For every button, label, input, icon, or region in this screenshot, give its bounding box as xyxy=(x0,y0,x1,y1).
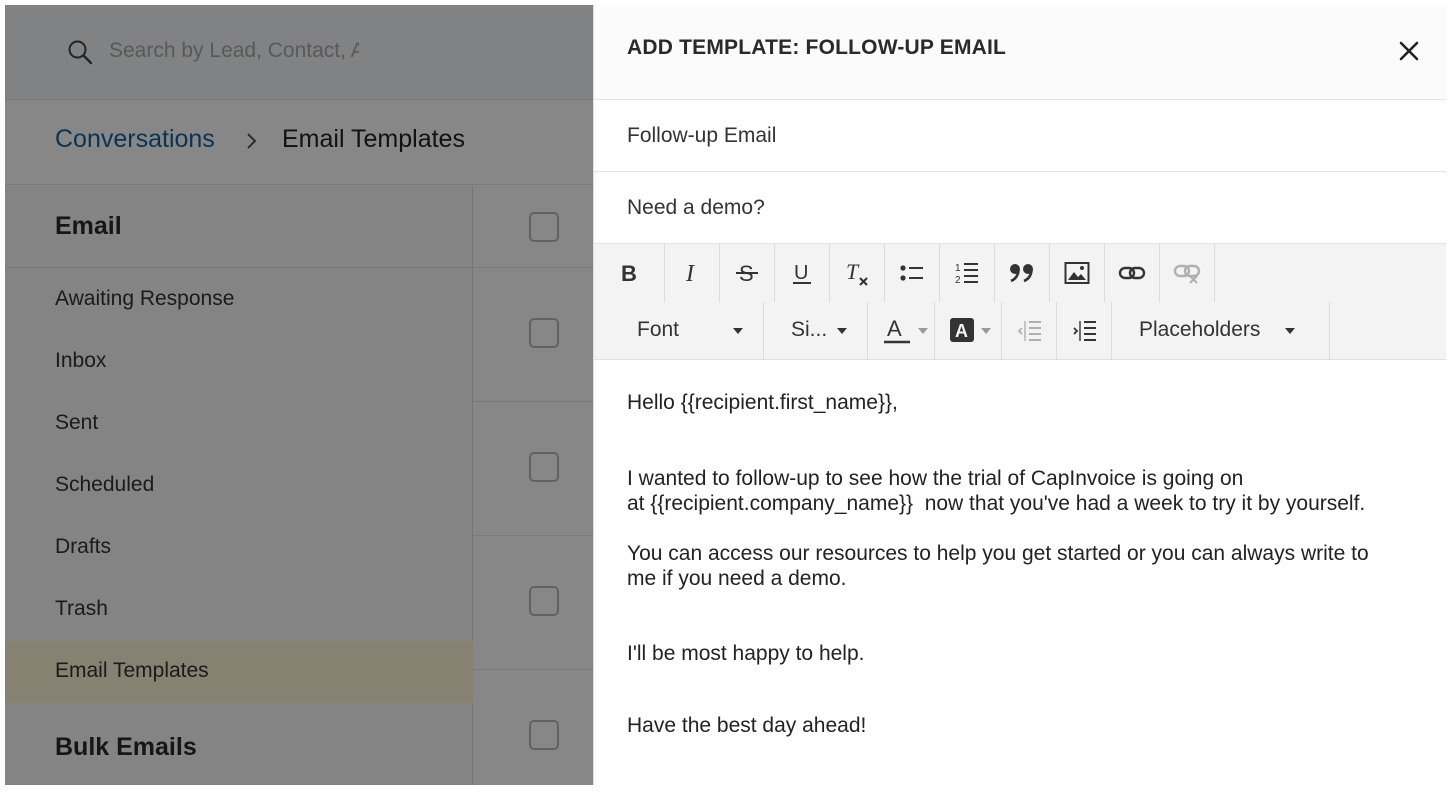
chevron-down-icon xyxy=(733,328,743,334)
close-icon[interactable] xyxy=(1394,36,1424,66)
link-icon xyxy=(1118,266,1146,280)
toolbar-row-styles: Font Si... A A Placeholders xyxy=(594,302,1330,360)
numbered-list-icon: 1 2 xyxy=(955,263,978,286)
indent-icon xyxy=(1073,321,1096,341)
body-closing: Have the best day ahead! xyxy=(627,714,867,737)
image-icon xyxy=(1064,262,1090,284)
bullet-list-button[interactable] xyxy=(885,244,940,302)
size-dropdown[interactable]: Si... xyxy=(764,302,868,360)
editor-toolbar: B I S U T 1 2 Font Si... A A Placeholder… xyxy=(594,244,1446,360)
svg-text:T: T xyxy=(846,259,860,284)
template-name-field xyxy=(594,100,1446,172)
chevron-down-icon xyxy=(918,328,928,334)
outdent-icon xyxy=(1017,321,1041,341)
body-line: I'll be most happy to help. xyxy=(627,642,865,665)
italic-button[interactable]: I xyxy=(665,244,720,302)
chevron-down-icon xyxy=(1285,328,1295,334)
body-line: I wanted to follow-up to see how the tri… xyxy=(627,467,1244,490)
bold-button[interactable]: B xyxy=(594,244,665,302)
underline-button[interactable]: U xyxy=(775,244,830,302)
chevron-down-icon xyxy=(981,328,991,334)
font-dropdown-label: Font xyxy=(637,318,680,341)
blockquote-button[interactable] xyxy=(995,244,1050,302)
background-app: Conversations Email Templates Email Awai… xyxy=(5,5,593,785)
svg-text:2: 2 xyxy=(955,275,961,286)
size-dropdown-label: Si... xyxy=(791,318,828,341)
add-template-panel: ADD TEMPLATE: FOLLOW-UP EMAIL B xyxy=(593,5,1446,785)
body-greeting: Hello {{recipient.first_name}}, xyxy=(627,391,898,414)
clear-format-icon: T xyxy=(846,259,868,286)
subject-field xyxy=(594,172,1446,244)
text-color-button[interactable]: A xyxy=(868,302,935,360)
clear-format-button[interactable]: T xyxy=(830,244,885,302)
svg-text:A: A xyxy=(887,316,902,341)
indent-button[interactable] xyxy=(1057,302,1112,360)
placeholders-dropdown-label: Placeholders xyxy=(1139,318,1261,341)
svg-text:B: B xyxy=(621,261,637,286)
bullet-list-icon xyxy=(900,265,923,281)
font-dropdown[interactable]: Font xyxy=(594,302,764,360)
body-line: me if you need a demo. xyxy=(627,567,847,590)
insert-link-button[interactable] xyxy=(1105,244,1160,302)
outdent-button[interactable] xyxy=(1002,302,1057,360)
numbered-list-button[interactable]: 1 2 xyxy=(940,244,995,302)
toolbar-row-formatting: B I S U T 1 2 xyxy=(594,244,1215,302)
background-color-icon: A xyxy=(950,318,974,342)
background-color-button[interactable]: A xyxy=(935,302,1002,360)
unlink-button[interactable] xyxy=(1160,244,1215,302)
blockquote-icon xyxy=(1010,264,1033,283)
strikethrough-button[interactable]: S xyxy=(720,244,775,302)
bold-icon: B xyxy=(621,261,637,286)
italic-icon: I xyxy=(685,261,695,286)
chevron-down-icon xyxy=(837,328,847,334)
svg-text:I: I xyxy=(685,261,695,286)
strikethrough-icon: S xyxy=(736,261,758,286)
placeholders-dropdown[interactable]: Placeholders xyxy=(1112,302,1330,360)
svg-text:1: 1 xyxy=(955,263,961,274)
screen: Conversations Email Templates Email Awai… xyxy=(5,5,1446,785)
underline-icon: U xyxy=(793,262,811,284)
panel-header: ADD TEMPLATE: FOLLOW-UP EMAIL xyxy=(594,5,1446,100)
unlink-icon xyxy=(1173,264,1201,284)
template-name-input[interactable] xyxy=(627,118,1407,154)
svg-text:U: U xyxy=(794,262,808,284)
body-line: You can access our resources to help you… xyxy=(627,542,1369,565)
modal-backdrop[interactable] xyxy=(5,5,593,785)
text-color-icon: A xyxy=(884,316,910,344)
subject-input[interactable] xyxy=(627,190,1407,226)
body-line: at {{recipient.company_name}} now that y… xyxy=(627,492,1366,515)
panel-title: ADD TEMPLATE: FOLLOW-UP EMAIL xyxy=(627,36,1007,59)
svg-text:A: A xyxy=(955,321,968,341)
insert-image-button[interactable] xyxy=(1050,244,1105,302)
